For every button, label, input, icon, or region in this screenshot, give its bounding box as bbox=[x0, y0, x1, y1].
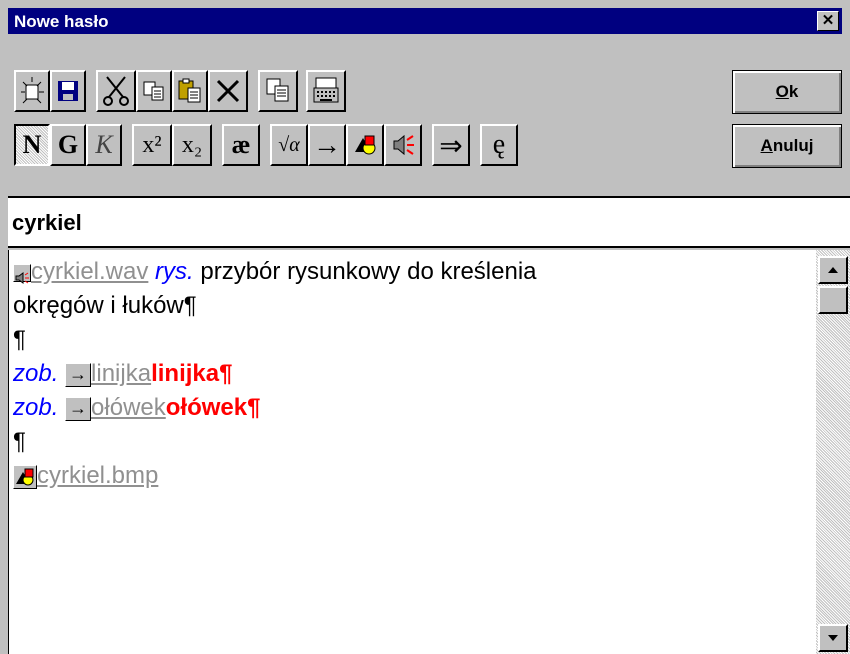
cancel-label-mnemonic: A bbox=[760, 136, 773, 155]
sound-button[interactable] bbox=[384, 124, 422, 166]
see-also-line-1: zob. → linijkalinijka¶ bbox=[13, 360, 232, 388]
speaker-icon[interactable] bbox=[13, 263, 31, 284]
cancel-label: nuluj bbox=[772, 136, 814, 155]
vertical-scrollbar[interactable] bbox=[816, 250, 850, 654]
see-label: zob. bbox=[13, 360, 59, 387]
double-arrow-button[interactable]: ⇒ bbox=[432, 124, 470, 166]
superscript-button[interactable]: x² bbox=[132, 124, 172, 166]
paragraph-mark: ¶ bbox=[13, 428, 26, 455]
headword-field[interactable]: cyrkiel bbox=[8, 196, 850, 248]
arrow-up-icon bbox=[828, 267, 838, 273]
double-arrow-icon: ⇒ bbox=[439, 129, 463, 161]
normal-button[interactable]: N bbox=[14, 124, 50, 166]
paragraph-mark: ¶ bbox=[13, 326, 26, 353]
definition-text-1: przybór rysunkowy do kreślenia bbox=[193, 258, 537, 285]
headword-text: cyrkiel bbox=[12, 210, 82, 235]
link-text: ołówek¶ bbox=[165, 394, 261, 421]
see-label: zob. bbox=[13, 394, 59, 421]
normal-label: N bbox=[22, 130, 42, 159]
special-char-button[interactable]: æ bbox=[222, 124, 260, 166]
title-bar: Nowe hasło ✕ bbox=[8, 8, 842, 34]
cancel-button[interactable]: Anuluj bbox=[732, 124, 842, 168]
link-target[interactable]: linijka bbox=[91, 360, 151, 387]
bold-button[interactable]: G bbox=[50, 124, 86, 166]
ok-label-mnemonic: O bbox=[775, 82, 789, 101]
e-ogonek-label: ę bbox=[492, 129, 506, 160]
e-ogonek-button[interactable]: ę bbox=[480, 124, 518, 166]
paste-icon[interactable] bbox=[172, 70, 208, 112]
formula-label: √α bbox=[278, 133, 300, 156]
italic-label: K bbox=[95, 130, 113, 159]
arrow-link-icon[interactable]: → bbox=[65, 396, 92, 421]
see-also-line-2: zob. → ołówekołówek¶ bbox=[13, 394, 260, 422]
ok-button[interactable]: Ok bbox=[732, 70, 842, 114]
new-icon[interactable] bbox=[14, 70, 50, 112]
link-target[interactable]: ołówek bbox=[91, 394, 166, 421]
keyboard-icon[interactable] bbox=[306, 70, 346, 112]
speaker-icon bbox=[393, 134, 414, 156]
scroll-up-button[interactable] bbox=[818, 256, 848, 284]
arrow-right-icon: → bbox=[313, 129, 341, 160]
content-line-1: cyrkiel.wav rys. przybór rysunkowy do kr… bbox=[13, 258, 537, 286]
copy-icon[interactable] bbox=[136, 70, 172, 112]
abbreviation: rys. bbox=[155, 258, 194, 285]
bold-label: G bbox=[57, 130, 79, 159]
italic-button[interactable]: K bbox=[86, 124, 122, 166]
sound-file-link[interactable]: cyrkiel.wav bbox=[31, 258, 148, 285]
image-icon bbox=[355, 135, 376, 155]
superscript-label: x² bbox=[142, 131, 162, 158]
link-text: linijka¶ bbox=[151, 360, 233, 387]
image-line: cyrkiel.bmp bbox=[13, 462, 158, 490]
image-button[interactable] bbox=[346, 124, 384, 166]
arrow-link-icon[interactable]: → bbox=[65, 362, 92, 387]
close-icon: ✕ bbox=[821, 12, 835, 29]
link-arrow-button[interactable]: → bbox=[308, 124, 346, 166]
arrow-down-icon bbox=[828, 635, 838, 641]
delete-icon[interactable] bbox=[208, 70, 248, 112]
close-button[interactable]: ✕ bbox=[817, 11, 839, 31]
subscript-button[interactable]: x₂ bbox=[172, 124, 212, 166]
ok-label: k bbox=[788, 82, 799, 101]
cut-icon[interactable] bbox=[96, 70, 136, 112]
special-char-label: æ bbox=[231, 130, 251, 159]
scroll-down-button[interactable] bbox=[818, 624, 848, 652]
copy-format-icon[interactable] bbox=[258, 70, 298, 112]
entry-editor[interactable]: cyrkiel.wav rys. przybór rysunkowy do kr… bbox=[8, 250, 816, 654]
subscript-label: x₂ bbox=[181, 131, 203, 158]
window-title: Nowe hasło bbox=[14, 12, 109, 31]
definition-text-2: okręgów i łuków¶ bbox=[13, 292, 197, 319]
scroll-thumb[interactable] bbox=[818, 286, 848, 314]
image-icon[interactable] bbox=[13, 464, 37, 489]
formula-button[interactable]: √α bbox=[270, 124, 308, 166]
save-icon[interactable] bbox=[50, 70, 86, 112]
image-file-link[interactable]: cyrkiel.bmp bbox=[37, 462, 158, 489]
